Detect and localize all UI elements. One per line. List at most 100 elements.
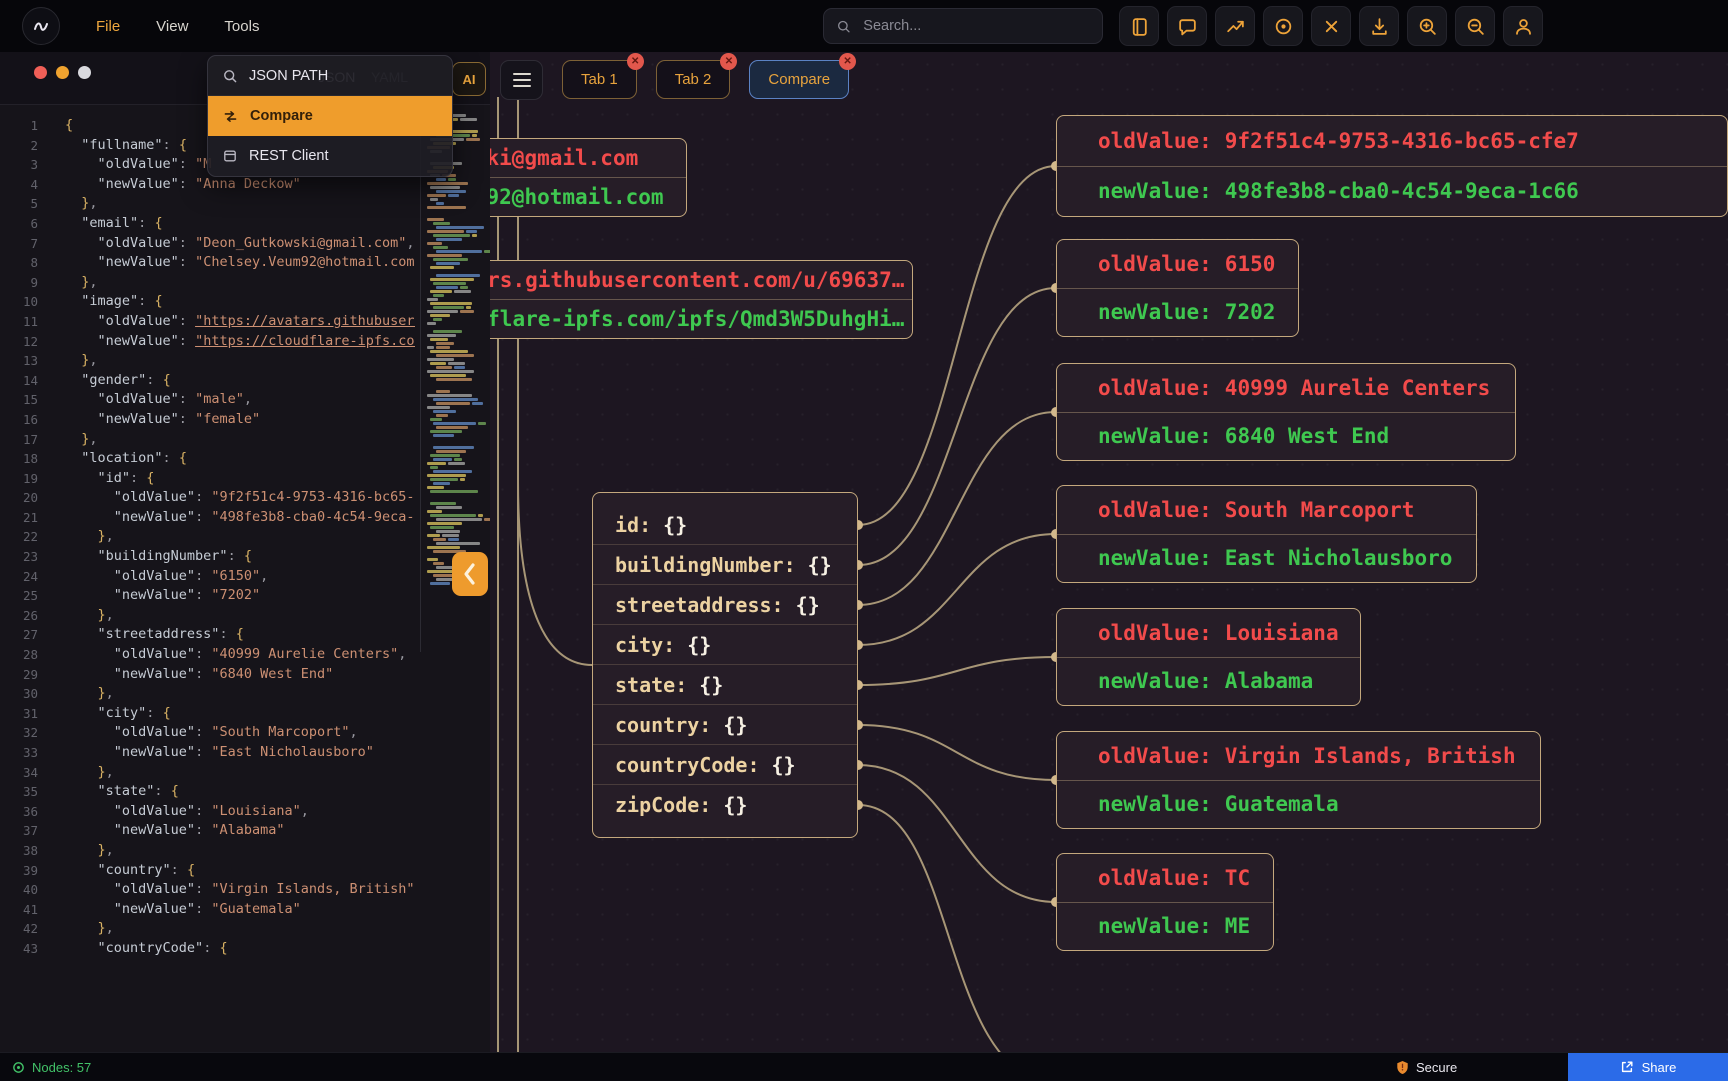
menu-file[interactable]: File (96, 18, 120, 35)
key-row-city: city:{} (593, 625, 857, 665)
code-line[interactable]: 22 }, (0, 527, 415, 547)
code-editor[interactable]: 1{2 "fullname": {3 "oldValue": "M4 "newV… (0, 105, 415, 1010)
editor-minimap[interactable] (427, 114, 487, 586)
menu-item-label: Compare (250, 108, 313, 124)
menu-view[interactable]: View (156, 18, 188, 35)
code-line[interactable]: 5 }, (0, 194, 415, 214)
feedback-button[interactable] (1167, 6, 1207, 46)
node-location-keys[interactable]: id:{} buildingNumber:{} streetaddress:{}… (592, 492, 858, 838)
code-line[interactable]: 14 "gender": { (0, 371, 415, 391)
code-line[interactable]: 42 }, (0, 919, 415, 939)
share-button[interactable]: Share (1568, 1053, 1728, 1081)
code-line[interactable]: 27 "streetaddress": { (0, 625, 415, 645)
record-button[interactable] (1263, 6, 1303, 46)
code-line[interactable]: 31 "city": { (0, 704, 415, 724)
code-line[interactable]: 30 }, (0, 684, 415, 704)
new-label: newValue: (1098, 669, 1212, 693)
zoom-in-button[interactable] (1407, 6, 1447, 46)
new-value: 498fe3b8-cba0-4c54-9eca-1c66 (1225, 179, 1579, 203)
code-line[interactable]: 35 "state": { (0, 782, 415, 802)
node-image[interactable]: oldValue:https://avatars.githubuserconte… (490, 260, 913, 339)
code-line[interactable]: 28 "oldValue": "40999 Aurelie Centers", (0, 645, 415, 665)
node-buildingNumber-values[interactable]: oldValue:6150 newValue:7202 (1056, 239, 1299, 337)
key-label: streetaddress: (615, 593, 784, 617)
tab-compare[interactable]: Compare (749, 60, 849, 99)
menu-item-compare[interactable]: Compare (208, 96, 452, 136)
code-line[interactable]: 25 "newValue": "7202" (0, 586, 415, 606)
code-line[interactable]: 41 "newValue": "Guatemala" (0, 900, 415, 920)
tab-label: Compare (768, 71, 830, 88)
zoom-out-button[interactable] (1455, 6, 1495, 46)
code-line[interactable]: 33 "newValue": "East Nicholausboro" (0, 743, 415, 763)
tools-dropdown-menu: JSON PATH Compare REST Client (207, 55, 453, 177)
node-state-values[interactable]: oldValue:Louisiana newValue:Alabama (1056, 608, 1361, 706)
old-value: 6150 (1225, 252, 1276, 276)
menu-item-json-path[interactable]: JSON PATH (208, 56, 452, 96)
code-line[interactable]: 10 "image": { (0, 292, 415, 312)
old-value-row: oldValue:6150 (1057, 240, 1298, 288)
code-line[interactable]: 29 "newValue": "6840 West End" (0, 665, 415, 685)
graph-canvas[interactable]: Tab 1 Tab 2 Compare oldValue:Deon_Gutkow… (490, 52, 1728, 1052)
window-close-dot[interactable] (34, 66, 47, 79)
tab-close-icon[interactable] (720, 53, 737, 70)
download-button[interactable] (1359, 6, 1399, 46)
node-country-values[interactable]: oldValue:Virgin Islands, British newValu… (1056, 731, 1541, 829)
window-maximize-dot[interactable] (78, 66, 91, 79)
tab-1[interactable]: Tab 1 (562, 60, 637, 99)
code-line[interactable]: 24 "oldValue": "6150", (0, 567, 415, 587)
code-line[interactable]: 36 "oldValue": "Louisiana", (0, 802, 415, 822)
code-line[interactable]: 40 "oldValue": "Virgin Islands, British"… (0, 880, 415, 900)
key-row-streetaddress: streetaddress:{} (593, 585, 857, 625)
search-box[interactable] (823, 8, 1103, 44)
tab-close-icon[interactable] (839, 53, 856, 70)
toolbar-icon-buttons (1119, 6, 1543, 46)
ai-assistant-button[interactable]: AI (452, 62, 486, 96)
key-value: {} (772, 753, 796, 777)
line-number: 35 (0, 782, 38, 802)
new-value: East Nicholausboro (1225, 546, 1453, 570)
code-line[interactable]: 9 }, (0, 273, 415, 293)
line-number: 20 (0, 488, 38, 508)
code-line[interactable]: 32 "oldValue": "South Marcoport", (0, 723, 415, 743)
code-line[interactable]: 38 }, (0, 841, 415, 861)
menu-tools[interactable]: Tools (224, 18, 259, 35)
code-line[interactable]: 37 "newValue": "Alabama" (0, 821, 415, 841)
code-line[interactable]: 19 "id": { (0, 469, 415, 489)
code-line[interactable]: 7 "oldValue": "Deon_Gutkowski@gmail.com"… (0, 234, 415, 254)
code-line[interactable]: 18 "location": { (0, 449, 415, 469)
tab-close-icon[interactable] (627, 53, 644, 70)
code-line[interactable]: 39 "country": { (0, 861, 415, 881)
account-button[interactable] (1503, 6, 1543, 46)
code-line[interactable]: 8 "newValue": "Chelsey.Veum92@hotmail.co… (0, 253, 415, 273)
code-line[interactable]: 11 "oldValue": "https://avatars.githubus… (0, 312, 415, 332)
node-streetaddress-values[interactable]: oldValue:40999 Aurelie Centers newValue:… (1056, 363, 1516, 461)
node-city-values[interactable]: oldValue:South Marcoport newValue:East N… (1056, 485, 1477, 583)
code-line[interactable]: 4 "newValue": "Anna Deckow" (0, 175, 415, 195)
tabs-menu-button[interactable] (500, 60, 543, 100)
code-line[interactable]: 12 "newValue": "https://cloudflare-ipfs.… (0, 332, 415, 352)
code-line[interactable]: 34 }, (0, 763, 415, 783)
code-line[interactable]: 15 "oldValue": "male", (0, 390, 415, 410)
code-line[interactable]: 17 }, (0, 430, 415, 450)
upgrade-button[interactable] (1215, 6, 1255, 46)
close-button[interactable] (1311, 6, 1351, 46)
node-id-values[interactable]: oldValue:9f2f51c4-9753-4316-bc65-cfe7 ne… (1056, 115, 1728, 217)
code-line[interactable]: 23 "buildingNumber": { (0, 547, 415, 567)
code-line[interactable]: 26 }, (0, 606, 415, 626)
collapse-panel-handle[interactable] (452, 552, 488, 596)
node-email[interactable]: oldValue:Deon_Gutkowski@gmail.com newVal… (490, 138, 687, 217)
node-countryCode-values[interactable]: oldValue:TC newValue:ME (1056, 853, 1274, 951)
shield-icon (1396, 1060, 1409, 1075)
tab-2[interactable]: Tab 2 (656, 60, 731, 99)
code-line[interactable]: 21 "newValue": "498fe3b8-cba0-4c54-9eca-… (0, 508, 415, 528)
window-minimize-dot[interactable] (56, 66, 69, 79)
search-input[interactable] (861, 17, 1090, 35)
app-logo[interactable] (22, 7, 60, 45)
code-line[interactable]: 13 }, (0, 351, 415, 371)
code-line[interactable]: 16 "newValue": "female" (0, 410, 415, 430)
code-line[interactable]: 20 "oldValue": "9f2f51c4-9753-4316-bc65-… (0, 488, 415, 508)
code-line[interactable]: 43 "countryCode": { (0, 939, 415, 959)
notebook-button[interactable] (1119, 6, 1159, 46)
code-line[interactable]: 6 "email": { (0, 214, 415, 234)
menu-item-rest-client[interactable]: REST Client (208, 136, 452, 176)
